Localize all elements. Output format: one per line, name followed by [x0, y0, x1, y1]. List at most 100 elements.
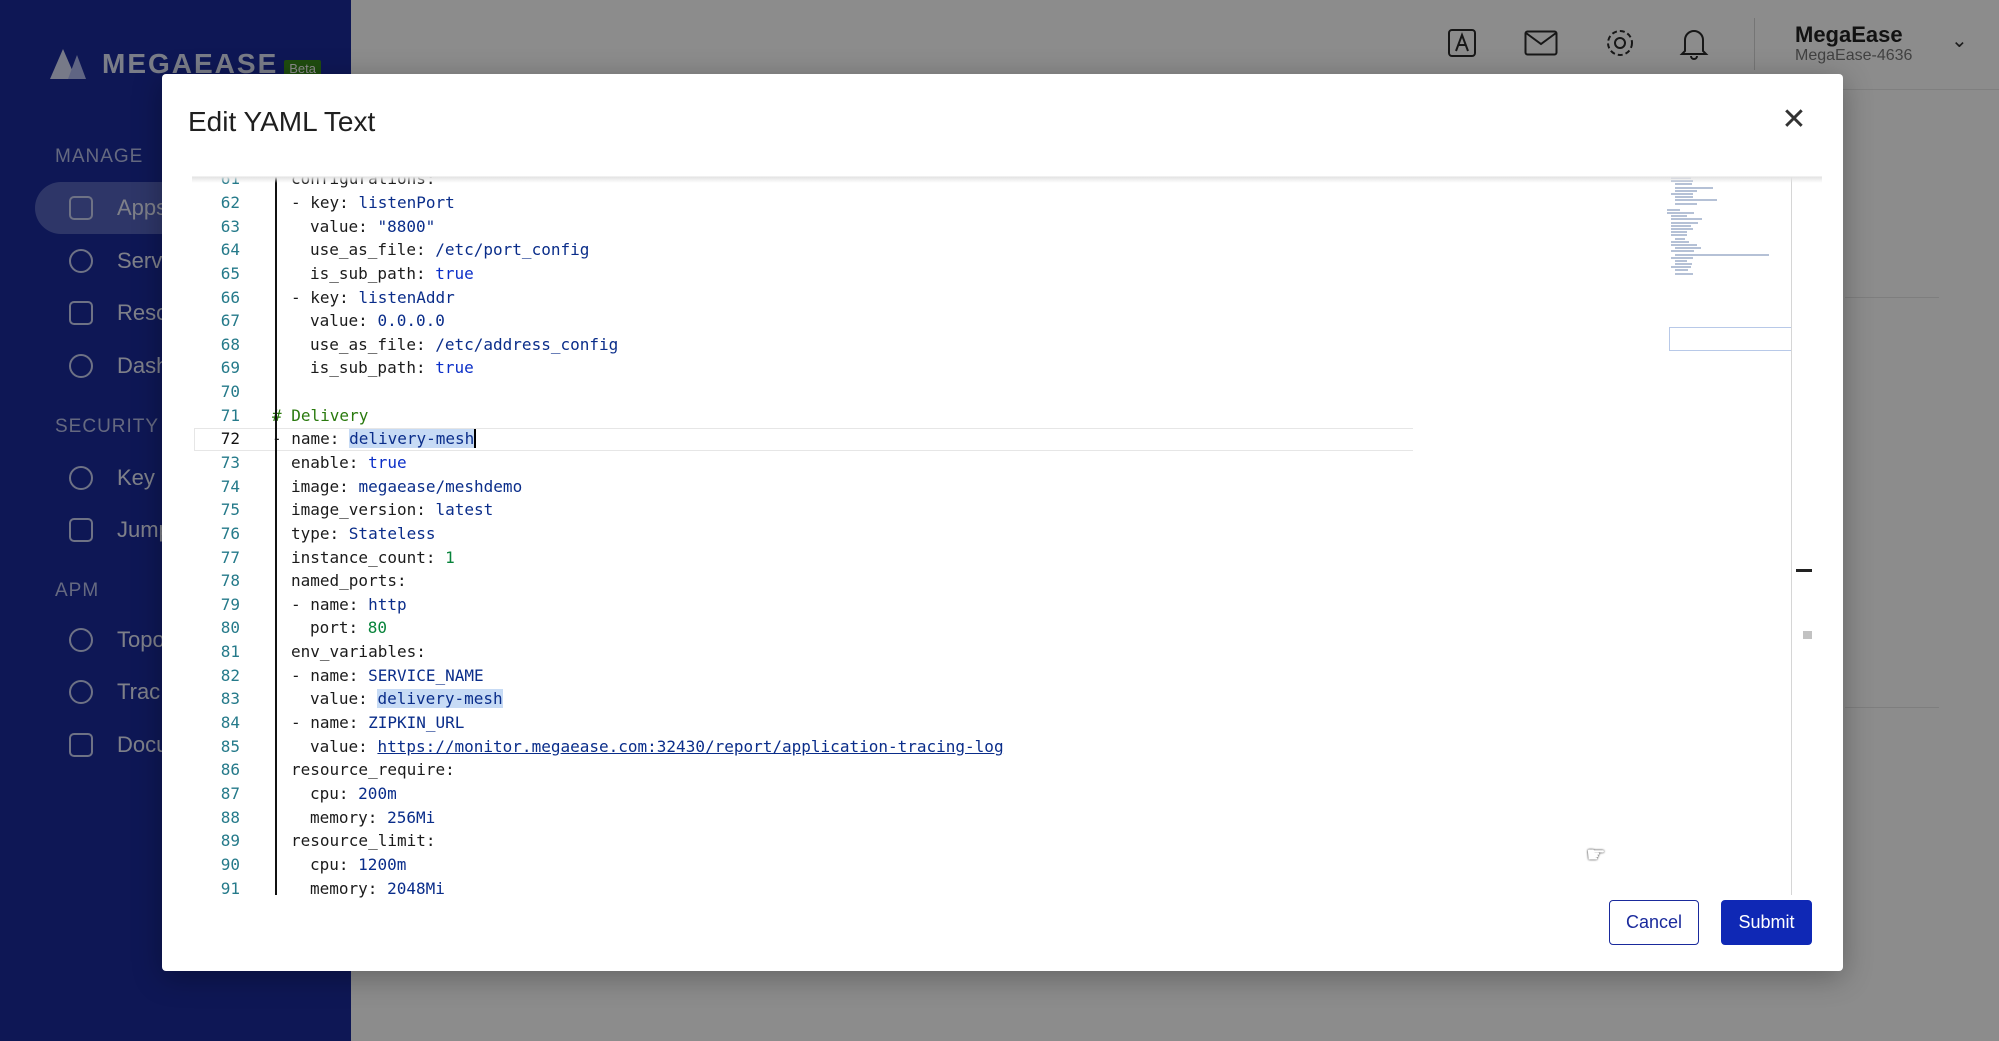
code-text[interactable]: - key: listenPort	[291, 193, 455, 212]
code-line[interactable]: 90 cpu: 1200m	[192, 853, 1692, 877]
code-line[interactable]: 83 value: delivery-mesh	[192, 687, 1692, 711]
cancel-button[interactable]: Cancel	[1609, 900, 1699, 945]
code-text[interactable]: instance_count: 1	[291, 548, 455, 567]
code-text[interactable]: - key: listenAddr	[291, 288, 455, 307]
url-link[interactable]: https://monitor.megaease.com:32430/repor…	[377, 737, 1003, 756]
code-line[interactable]: 77 instance_count: 1	[192, 545, 1692, 569]
editor-minimap[interactable]	[1667, 177, 1792, 387]
code-text[interactable]: is_sub_path: true	[310, 358, 474, 377]
modal-title: Edit YAML Text	[188, 106, 376, 137]
code-text[interactable]: value: 0.0.0.0	[310, 311, 445, 330]
minimap-line	[1671, 215, 1687, 218]
minimap-line	[1675, 186, 1713, 189]
line-number: 90	[220, 854, 240, 874]
code-text[interactable]: value: https://monitor.megaease.com:3243…	[310, 737, 1004, 756]
code-text[interactable]: is_sub_path: true	[310, 264, 474, 283]
line-number: 70	[220, 382, 240, 402]
minimap-line	[1671, 218, 1703, 221]
code-text[interactable]: resource_limit:	[291, 831, 445, 850]
code-text[interactable]: value: "8800"	[310, 217, 435, 236]
code-text[interactable]: enable: true	[291, 453, 407, 472]
code-line[interactable]: 82 - name: SERVICE_NAME	[192, 663, 1692, 687]
code-line[interactable]: 74 image: megaease/meshdemo	[192, 474, 1692, 498]
code-line[interactable]: 91 memory: 2048Mi	[192, 876, 1692, 900]
code-line[interactable]: 85 value: https://monitor.megaease.com:32…	[192, 734, 1692, 758]
code-line[interactable]: 89 resource_limit:	[192, 829, 1692, 853]
close-icon[interactable]: ✕	[1777, 102, 1811, 136]
minimap-line	[1675, 269, 1688, 272]
minimap-line	[1675, 263, 1692, 266]
minimap-line	[1671, 192, 1694, 195]
code-lines[interactable]: 61configurations: 62- key: listenPort63v…	[192, 177, 1692, 900]
code-line[interactable]: 84 - name: ZIPKIN_URL	[192, 711, 1692, 735]
minimap-line	[1671, 228, 1694, 230]
line-number: 81	[220, 642, 240, 662]
code-text[interactable]: use_as_file: /etc/address_config	[310, 335, 618, 354]
line-number: 87	[220, 783, 240, 803]
code-line[interactable]: 88 memory: 256Mi	[192, 805, 1692, 829]
code-line[interactable]: 78 named_ports:	[192, 569, 1692, 593]
line-number: 65	[220, 263, 240, 283]
code-text[interactable]: - name: delivery-mesh	[272, 429, 477, 449]
line-number: 64	[220, 240, 240, 260]
code-text[interactable]: env_variables:	[291, 642, 436, 661]
code-line[interactable]: 65 is_sub_path: true	[192, 262, 1692, 286]
code-line[interactable]: 63 value: "8800"	[192, 214, 1692, 238]
line-number: 84	[220, 713, 240, 733]
line-number: 69	[220, 358, 240, 378]
code-text[interactable]: image: megaease/meshdemo	[291, 477, 522, 496]
code-line[interactable]: 81 env_variables:	[192, 640, 1692, 664]
minimap-line	[1675, 253, 1769, 256]
code-text[interactable]: cpu: 200m	[310, 784, 397, 803]
editor-scrollbar-track[interactable]	[1791, 177, 1792, 895]
scrollbar-cursor-marker	[1796, 569, 1812, 572]
minimap-line	[1675, 199, 1717, 202]
code-line[interactable]: 66 - key: listenAddr	[192, 285, 1692, 309]
code-line[interactable]: 73 enable: true	[192, 451, 1692, 475]
code-line[interactable]: 68 use_as_file: /etc/address_config	[192, 332, 1692, 356]
code-text[interactable]: resource_require:	[291, 760, 464, 779]
code-text[interactable]: - name: http	[291, 595, 407, 614]
editor-scroll-shadow	[192, 177, 1822, 183]
code-line[interactable]: 87 cpu: 200m	[192, 782, 1692, 806]
yaml-code-editor[interactable]: 61configurations: 62- key: listenPort63v…	[192, 176, 1822, 904]
code-line[interactable]: 71 # Delivery	[192, 403, 1692, 427]
code-line[interactable]: 76 type: Stateless	[192, 522, 1692, 546]
minimap-line	[1667, 208, 1680, 211]
code-text[interactable]: type: Stateless	[291, 524, 436, 543]
line-number: 91	[220, 878, 240, 898]
code-line[interactable]: 67 value: 0.0.0.0	[192, 309, 1692, 333]
code-line[interactable]: 80 port: 80	[192, 616, 1692, 640]
line-number: 77	[220, 547, 240, 567]
code-text[interactable]: memory: 256Mi	[310, 808, 435, 827]
line-number: 74	[220, 476, 240, 496]
code-text[interactable]: - name: ZIPKIN_URL	[291, 713, 464, 732]
code-line[interactable]: 86 resource_require:	[192, 758, 1692, 782]
line-number: 71	[220, 405, 240, 425]
code-line[interactable]: 69 is_sub_path: true	[192, 356, 1692, 380]
code-line[interactable]: 75 image_version: latest	[192, 498, 1692, 522]
minimap-line	[1675, 202, 1698, 205]
minimap-line	[1675, 183, 1692, 186]
code-text[interactable]: use_as_file: /etc/port_config	[310, 240, 589, 259]
minimap-viewport[interactable]	[1669, 327, 1792, 351]
code-text[interactable]: port: 80	[310, 618, 387, 637]
code-line[interactable]: 70	[192, 380, 1692, 404]
code-text[interactable]: # Delivery	[272, 406, 368, 425]
code-line[interactable]: 64 use_as_file: /etc/port_config	[192, 238, 1692, 262]
line-number: 62	[220, 192, 240, 212]
code-text[interactable]: cpu: 1200m	[310, 855, 406, 874]
submit-button[interactable]: Submit	[1721, 900, 1812, 945]
code-line[interactable]: 62 - key: listenPort	[192, 191, 1692, 215]
code-line[interactable]: 79 - name: http	[192, 593, 1692, 617]
code-line[interactable]: 72 - name: delivery-mesh	[192, 427, 1692, 451]
code-text[interactable]: named_ports:	[291, 571, 416, 590]
minimap-line	[1675, 189, 1698, 192]
line-number: 80	[220, 618, 240, 638]
code-text[interactable]: value: delivery-mesh	[310, 689, 503, 709]
code-text[interactable]: memory: 2048Mi	[310, 879, 445, 898]
scrollbar-thumb[interactable]	[1803, 631, 1812, 639]
minimap-line	[1671, 266, 1691, 269]
code-text[interactable]: - name: SERVICE_NAME	[291, 666, 484, 685]
code-text[interactable]: image_version: latest	[291, 500, 493, 519]
